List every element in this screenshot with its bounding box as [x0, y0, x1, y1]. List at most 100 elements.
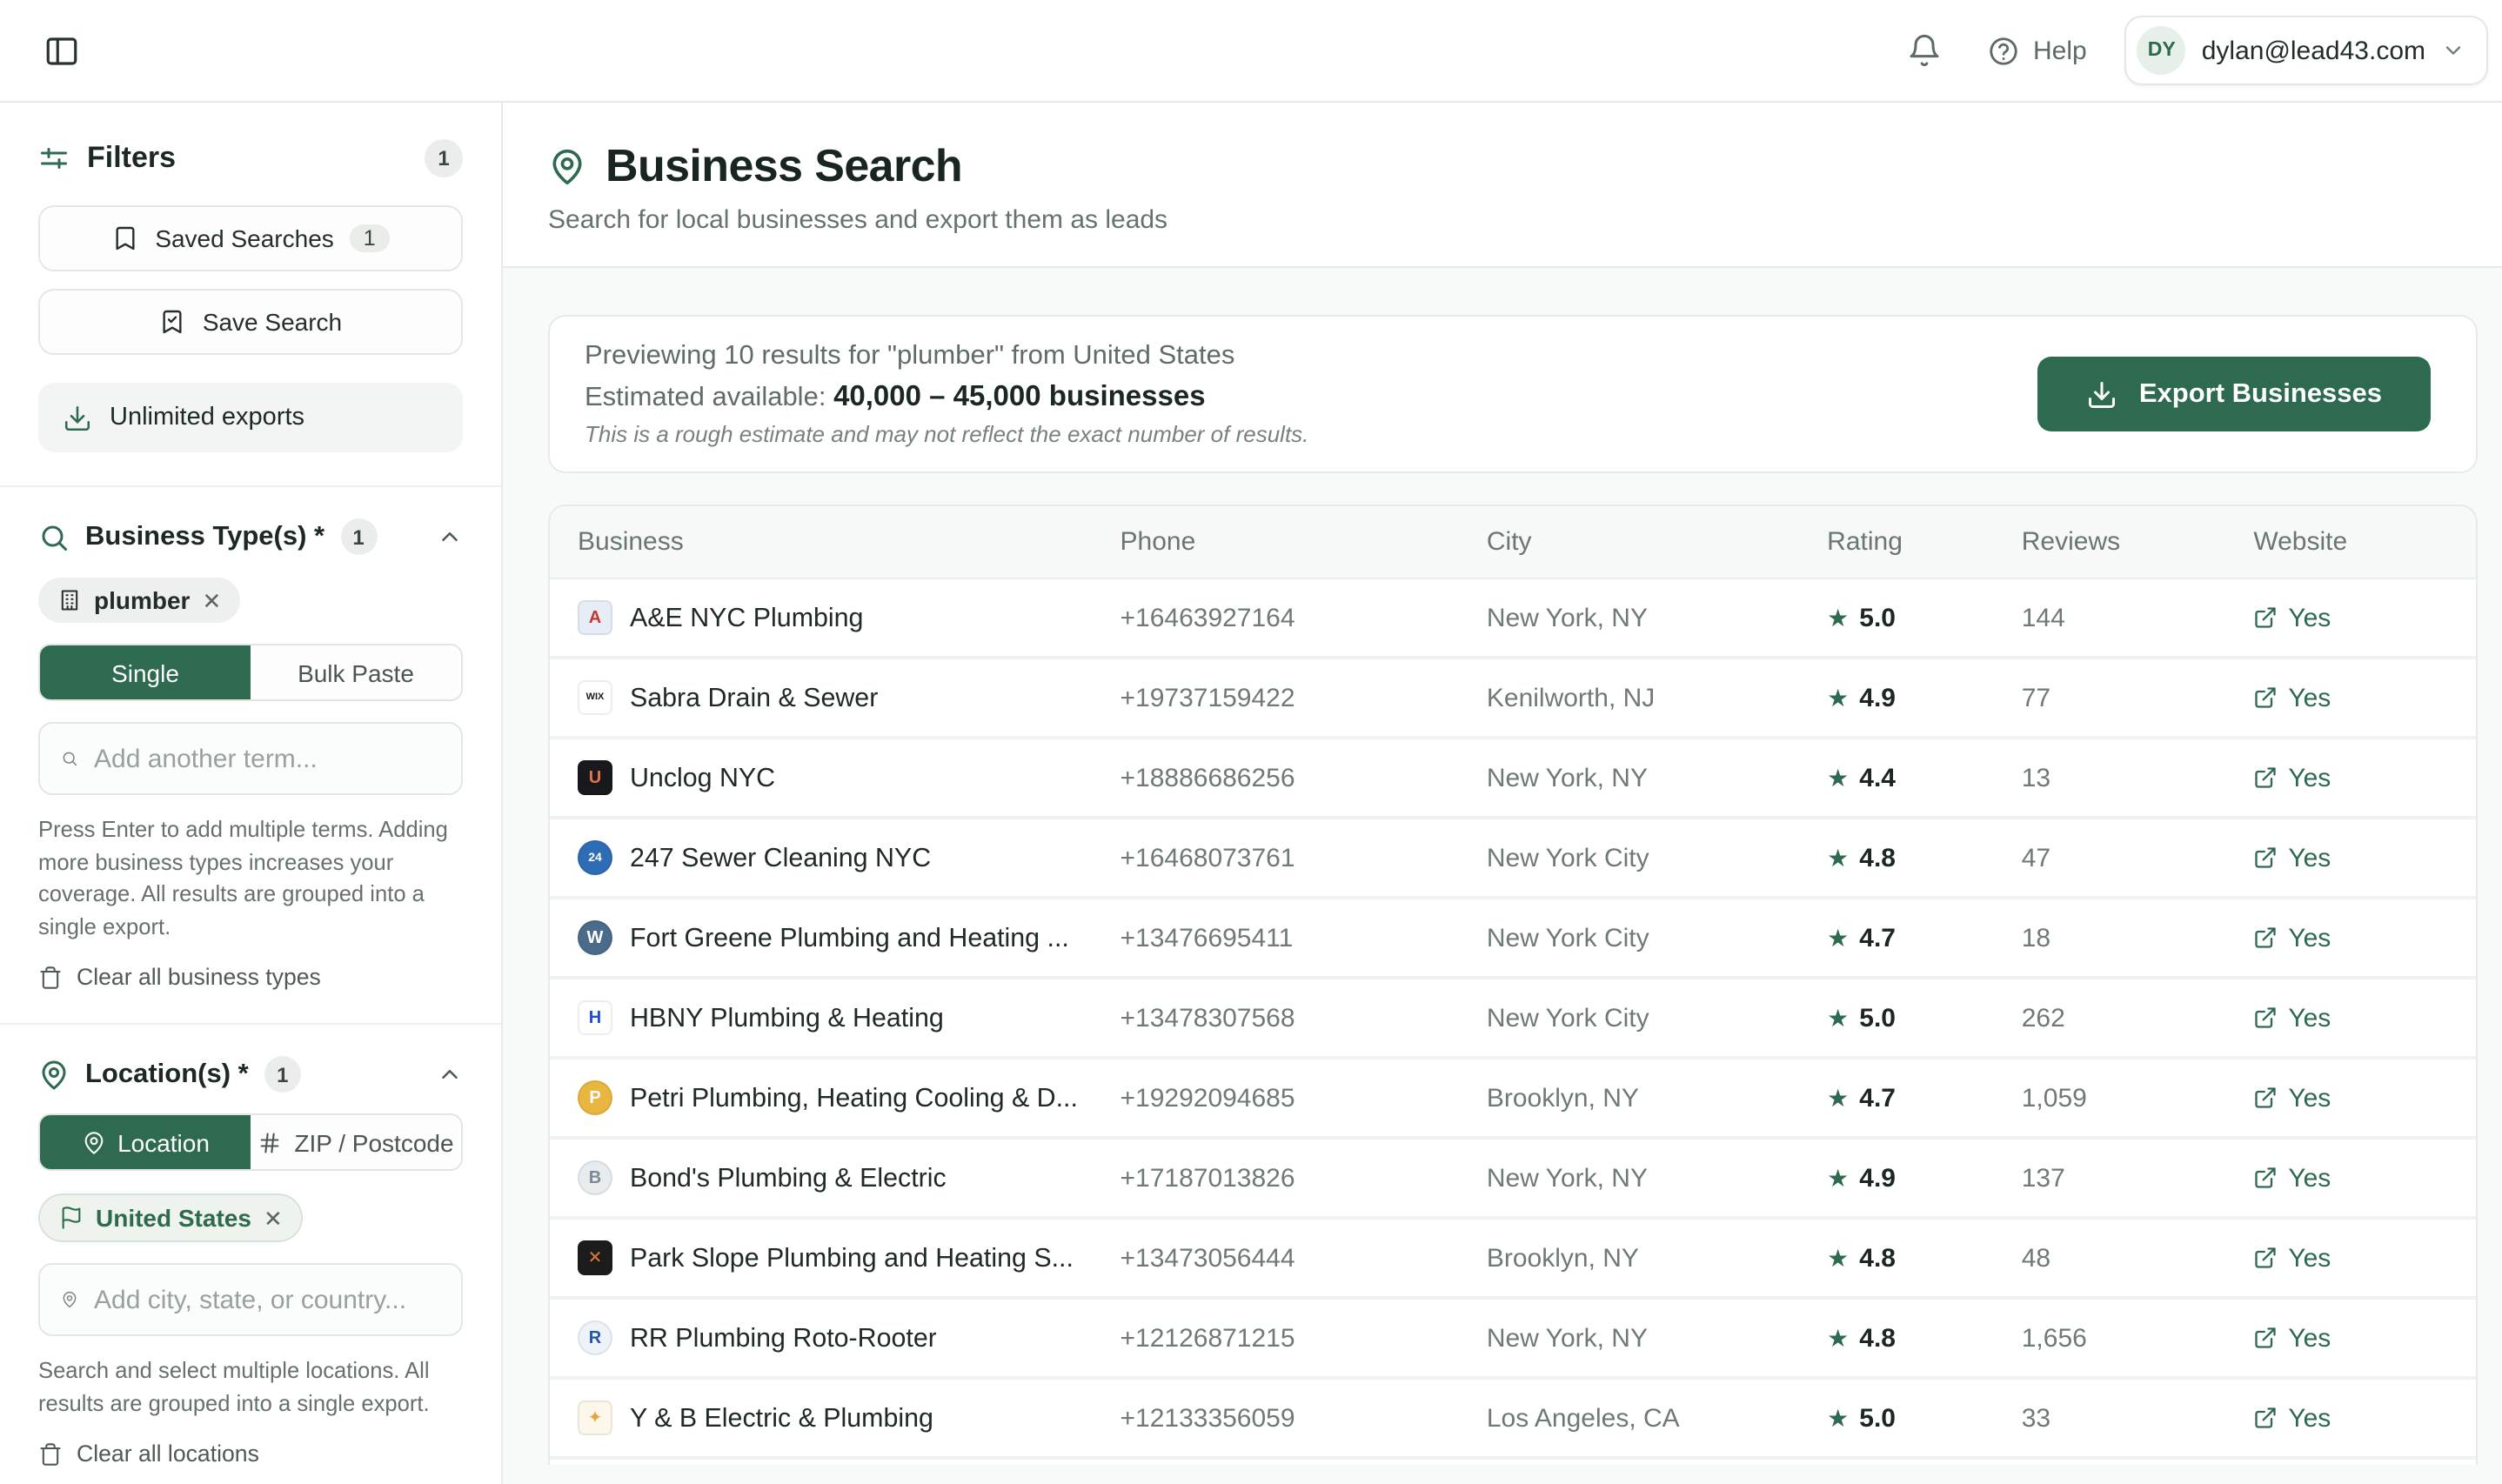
external-link-icon: [2253, 765, 2278, 790]
help-button[interactable]: Help: [1986, 34, 2087, 67]
external-link-icon: [2253, 685, 2278, 710]
business-name: Petri Plumbing, Heating Cooling & D...: [630, 1083, 1078, 1113]
city-cell: New York City: [1487, 843, 1827, 872]
location-mode-toggle: Location ZIP / Postcode: [38, 1113, 463, 1171]
business-type-helper-text: Press Enter to add multiple terms. Addin…: [38, 814, 463, 943]
star-icon: ★: [1827, 603, 1849, 632]
external-link-icon: [2253, 605, 2278, 630]
business-favicon: R: [578, 1320, 612, 1355]
add-term-input[interactable]: [94, 744, 440, 773]
external-link-icon: [2253, 1166, 2278, 1190]
website-link[interactable]: Yes: [2253, 1403, 2448, 1433]
website-label: Yes: [2288, 603, 2331, 632]
website-link[interactable]: Yes: [2253, 1003, 2448, 1033]
website-link[interactable]: Yes: [2253, 1163, 2448, 1193]
business-favicon: WIX: [578, 680, 612, 715]
table-row: 24 247 Sewer Cleaning NYC +16468073761 N…: [550, 819, 2476, 899]
website-link[interactable]: Yes: [2253, 683, 2448, 712]
add-location-input[interactable]: [94, 1285, 440, 1314]
column-header-rating: Rating: [1827, 527, 2022, 557]
city-cell: New York, NY: [1487, 763, 1827, 792]
building-icon: [57, 588, 82, 612]
rating-cell: ★ 4.7: [1827, 1083, 2022, 1113]
clear-locations-button[interactable]: Clear all locations: [38, 1441, 463, 1467]
phone-cell: +16468073761: [1121, 843, 1487, 872]
help-label: Help: [2033, 36, 2087, 65]
rating-value: 4.8: [1859, 843, 1896, 872]
website-link[interactable]: Yes: [2253, 1323, 2448, 1353]
rating-value: 4.7: [1859, 923, 1896, 953]
website-label: Yes: [2288, 1243, 2331, 1273]
website-link[interactable]: Yes: [2253, 923, 2448, 953]
save-search-label: Save Search: [203, 308, 342, 336]
phone-cell: +19737159422: [1121, 683, 1487, 712]
website-link[interactable]: Yes: [2253, 1083, 2448, 1113]
external-link-icon: [2253, 846, 2278, 870]
business-type-search-box: [38, 722, 463, 795]
website-link[interactable]: Yes: [2253, 843, 2448, 872]
mode-location-tab[interactable]: Location: [40, 1115, 251, 1169]
website-label: Yes: [2288, 843, 2331, 872]
notifications-button[interactable]: [1906, 33, 1941, 68]
mode-single-tab[interactable]: Single: [40, 645, 251, 699]
star-icon: ★: [1827, 683, 1849, 712]
map-pin-icon: [81, 1130, 105, 1154]
mode-bulk-paste-tab[interactable]: Bulk Paste: [251, 645, 461, 699]
business-type-chip: plumber ✕: [38, 578, 240, 623]
website-label: Yes: [2288, 1083, 2331, 1113]
rating-cell: ★ 4.8: [1827, 843, 2022, 872]
phone-cell: +17187013826: [1121, 1163, 1487, 1193]
remove-location-icon[interactable]: ✕: [264, 1207, 283, 1229]
estimate-value: 40,000 – 45,000 businesses: [833, 381, 1206, 412]
external-link-icon: [2253, 1086, 2278, 1110]
sidebar-toggle-button[interactable]: [38, 28, 84, 73]
mode-zip-label: ZIP / Postcode: [294, 1128, 453, 1156]
business-types-section-header[interactable]: Business Type(s) * 1: [38, 487, 463, 555]
export-businesses-button[interactable]: Export Businesses: [2038, 357, 2431, 431]
table-row: ✕ Park Slope Plumbing and Heating S... +…: [550, 1220, 2476, 1300]
business-name: Sabra Drain & Sewer: [630, 683, 878, 712]
location-chip-label: United States: [96, 1204, 251, 1232]
saved-searches-button[interactable]: Saved Searches 1: [38, 205, 463, 271]
locations-section-header[interactable]: Location(s) * 1: [38, 1025, 463, 1093]
website-label: Yes: [2288, 763, 2331, 792]
trash-icon: [38, 1442, 63, 1467]
phone-cell: +13478307568: [1121, 1003, 1487, 1033]
location-search-box: [38, 1263, 463, 1336]
results-preview-banner: Previewing 10 results for "plumber" from…: [548, 315, 2478, 473]
business-name: A&E NYC Plumbing: [630, 603, 863, 632]
reviews-cell: 18: [2022, 923, 2254, 953]
table-row: P Petri Plumbing, Heating Cooling & D...…: [550, 1060, 2476, 1140]
mode-location-label: Location: [117, 1128, 210, 1156]
chevron-up-icon: [437, 1061, 463, 1087]
user-menu[interactable]: DY dylan@lead43.com: [2125, 16, 2488, 85]
table-row: W Fort Greene Plumbing and Heating ... +…: [550, 899, 2476, 979]
remove-business-type-icon[interactable]: ✕: [202, 589, 221, 612]
top-bar: Help DY dylan@lead43.com: [0, 0, 2502, 103]
website-label: Yes: [2288, 1323, 2331, 1353]
website-link[interactable]: Yes: [2253, 603, 2448, 632]
website-link[interactable]: Yes: [2253, 1243, 2448, 1273]
rating-cell: ★ 4.9: [1827, 683, 2022, 712]
mode-zip-tab[interactable]: ZIP / Postcode: [251, 1115, 461, 1169]
business-name: RR Plumbing Roto-Rooter: [630, 1323, 937, 1353]
estimate-note: This is a rough estimate and may not ref…: [585, 421, 1308, 447]
external-link-icon: [2253, 1326, 2278, 1350]
table-row: H HBNY Plumbing & Heating +13478307568 N…: [550, 979, 2476, 1060]
external-link-icon: [2253, 1406, 2278, 1430]
star-icon: ★: [1827, 763, 1849, 792]
save-search-button[interactable]: Save Search: [38, 289, 463, 355]
map-pin-icon: [548, 147, 586, 185]
rating-value: 4.9: [1859, 683, 1896, 712]
download-icon: [63, 403, 92, 432]
phone-cell: +13476695411: [1121, 923, 1487, 953]
star-icon: ★: [1827, 1403, 1849, 1433]
filters-title: Filters: [87, 141, 407, 176]
filters-count-badge: 1: [425, 139, 463, 177]
help-circle-icon: [1986, 34, 2019, 67]
clear-business-types-button[interactable]: Clear all business types: [38, 964, 463, 990]
website-link[interactable]: Yes: [2253, 763, 2448, 792]
city-cell: Brooklyn, NY: [1487, 1083, 1827, 1113]
external-link-icon: [2253, 1006, 2278, 1030]
avatar: DY: [2137, 26, 2186, 75]
